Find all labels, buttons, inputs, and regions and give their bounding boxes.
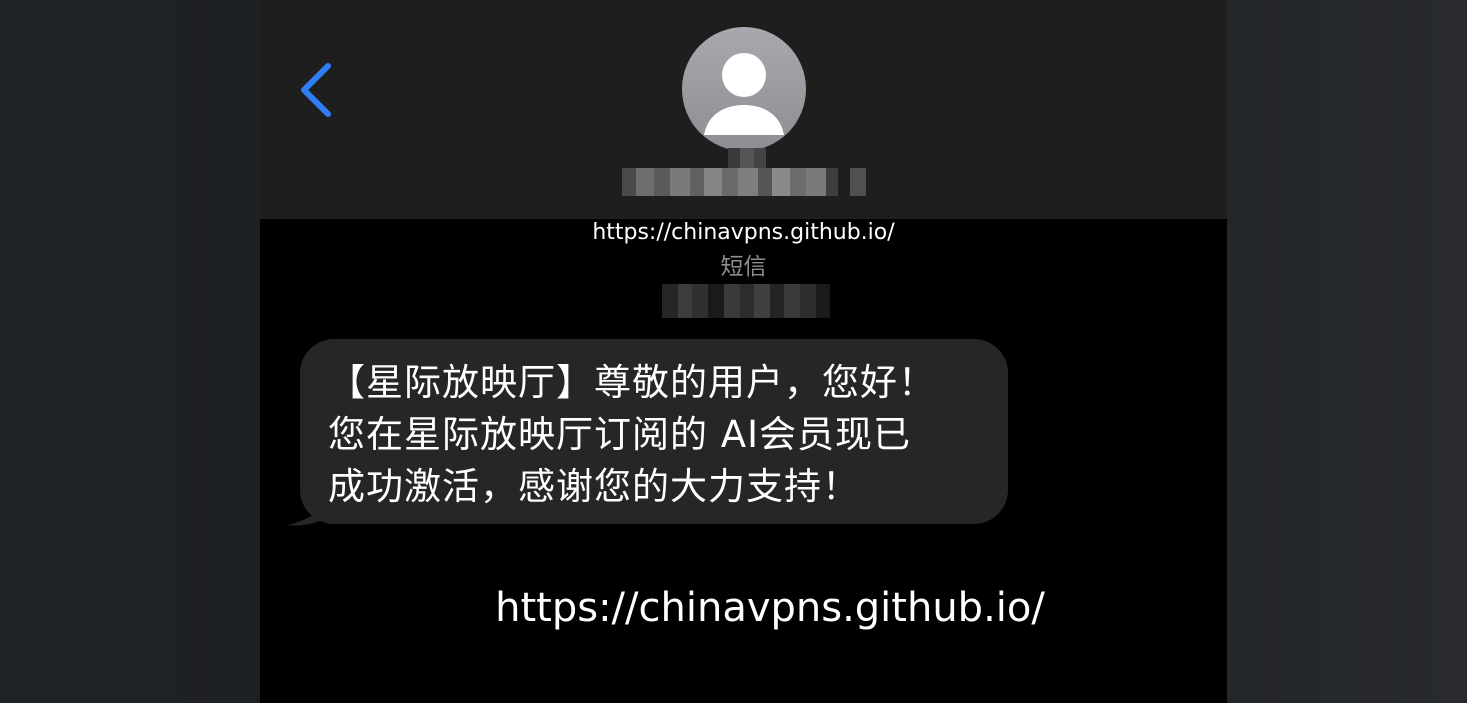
contact-name-redacted-top [728, 148, 766, 168]
message-bubble-incoming[interactable]: 【星际放映厅】尊敬的用户，您好！ 您在星际放映厅订阅的 AI会员现已 成功激活，… [288, 339, 1010, 529]
service-label: 短信 [720, 254, 767, 280]
contact-avatar[interactable] [682, 27, 806, 151]
chevron-left-icon [301, 63, 331, 117]
back-button[interactable] [296, 60, 340, 120]
message-bubble-body: 【星际放映厅】尊敬的用户，您好！ 您在星际放映厅订阅的 AI会员现已 成功激活，… [300, 339, 1008, 524]
background: https://chinavpns.github.io/ 短信 【星际放映厅】尊… [0, 0, 1467, 703]
overlay-url-top: https://chinavpns.github.io/ [592, 220, 895, 245]
message-text: 【星际放映厅】尊敬的用户，您好！ 您在星际放映厅订阅的 AI会员现已 成功激活，… [328, 361, 936, 508]
contact-name-redacted[interactable] [622, 168, 866, 196]
overlay-url-bottom: https://chinavpns.github.io/ [495, 585, 1045, 631]
timestamp-redacted [662, 284, 832, 318]
conversation-header [260, 0, 1227, 219]
messages-screen: https://chinavpns.github.io/ 短信 【星际放映厅】尊… [260, 0, 1227, 703]
person-silhouette-icon [704, 53, 784, 135]
